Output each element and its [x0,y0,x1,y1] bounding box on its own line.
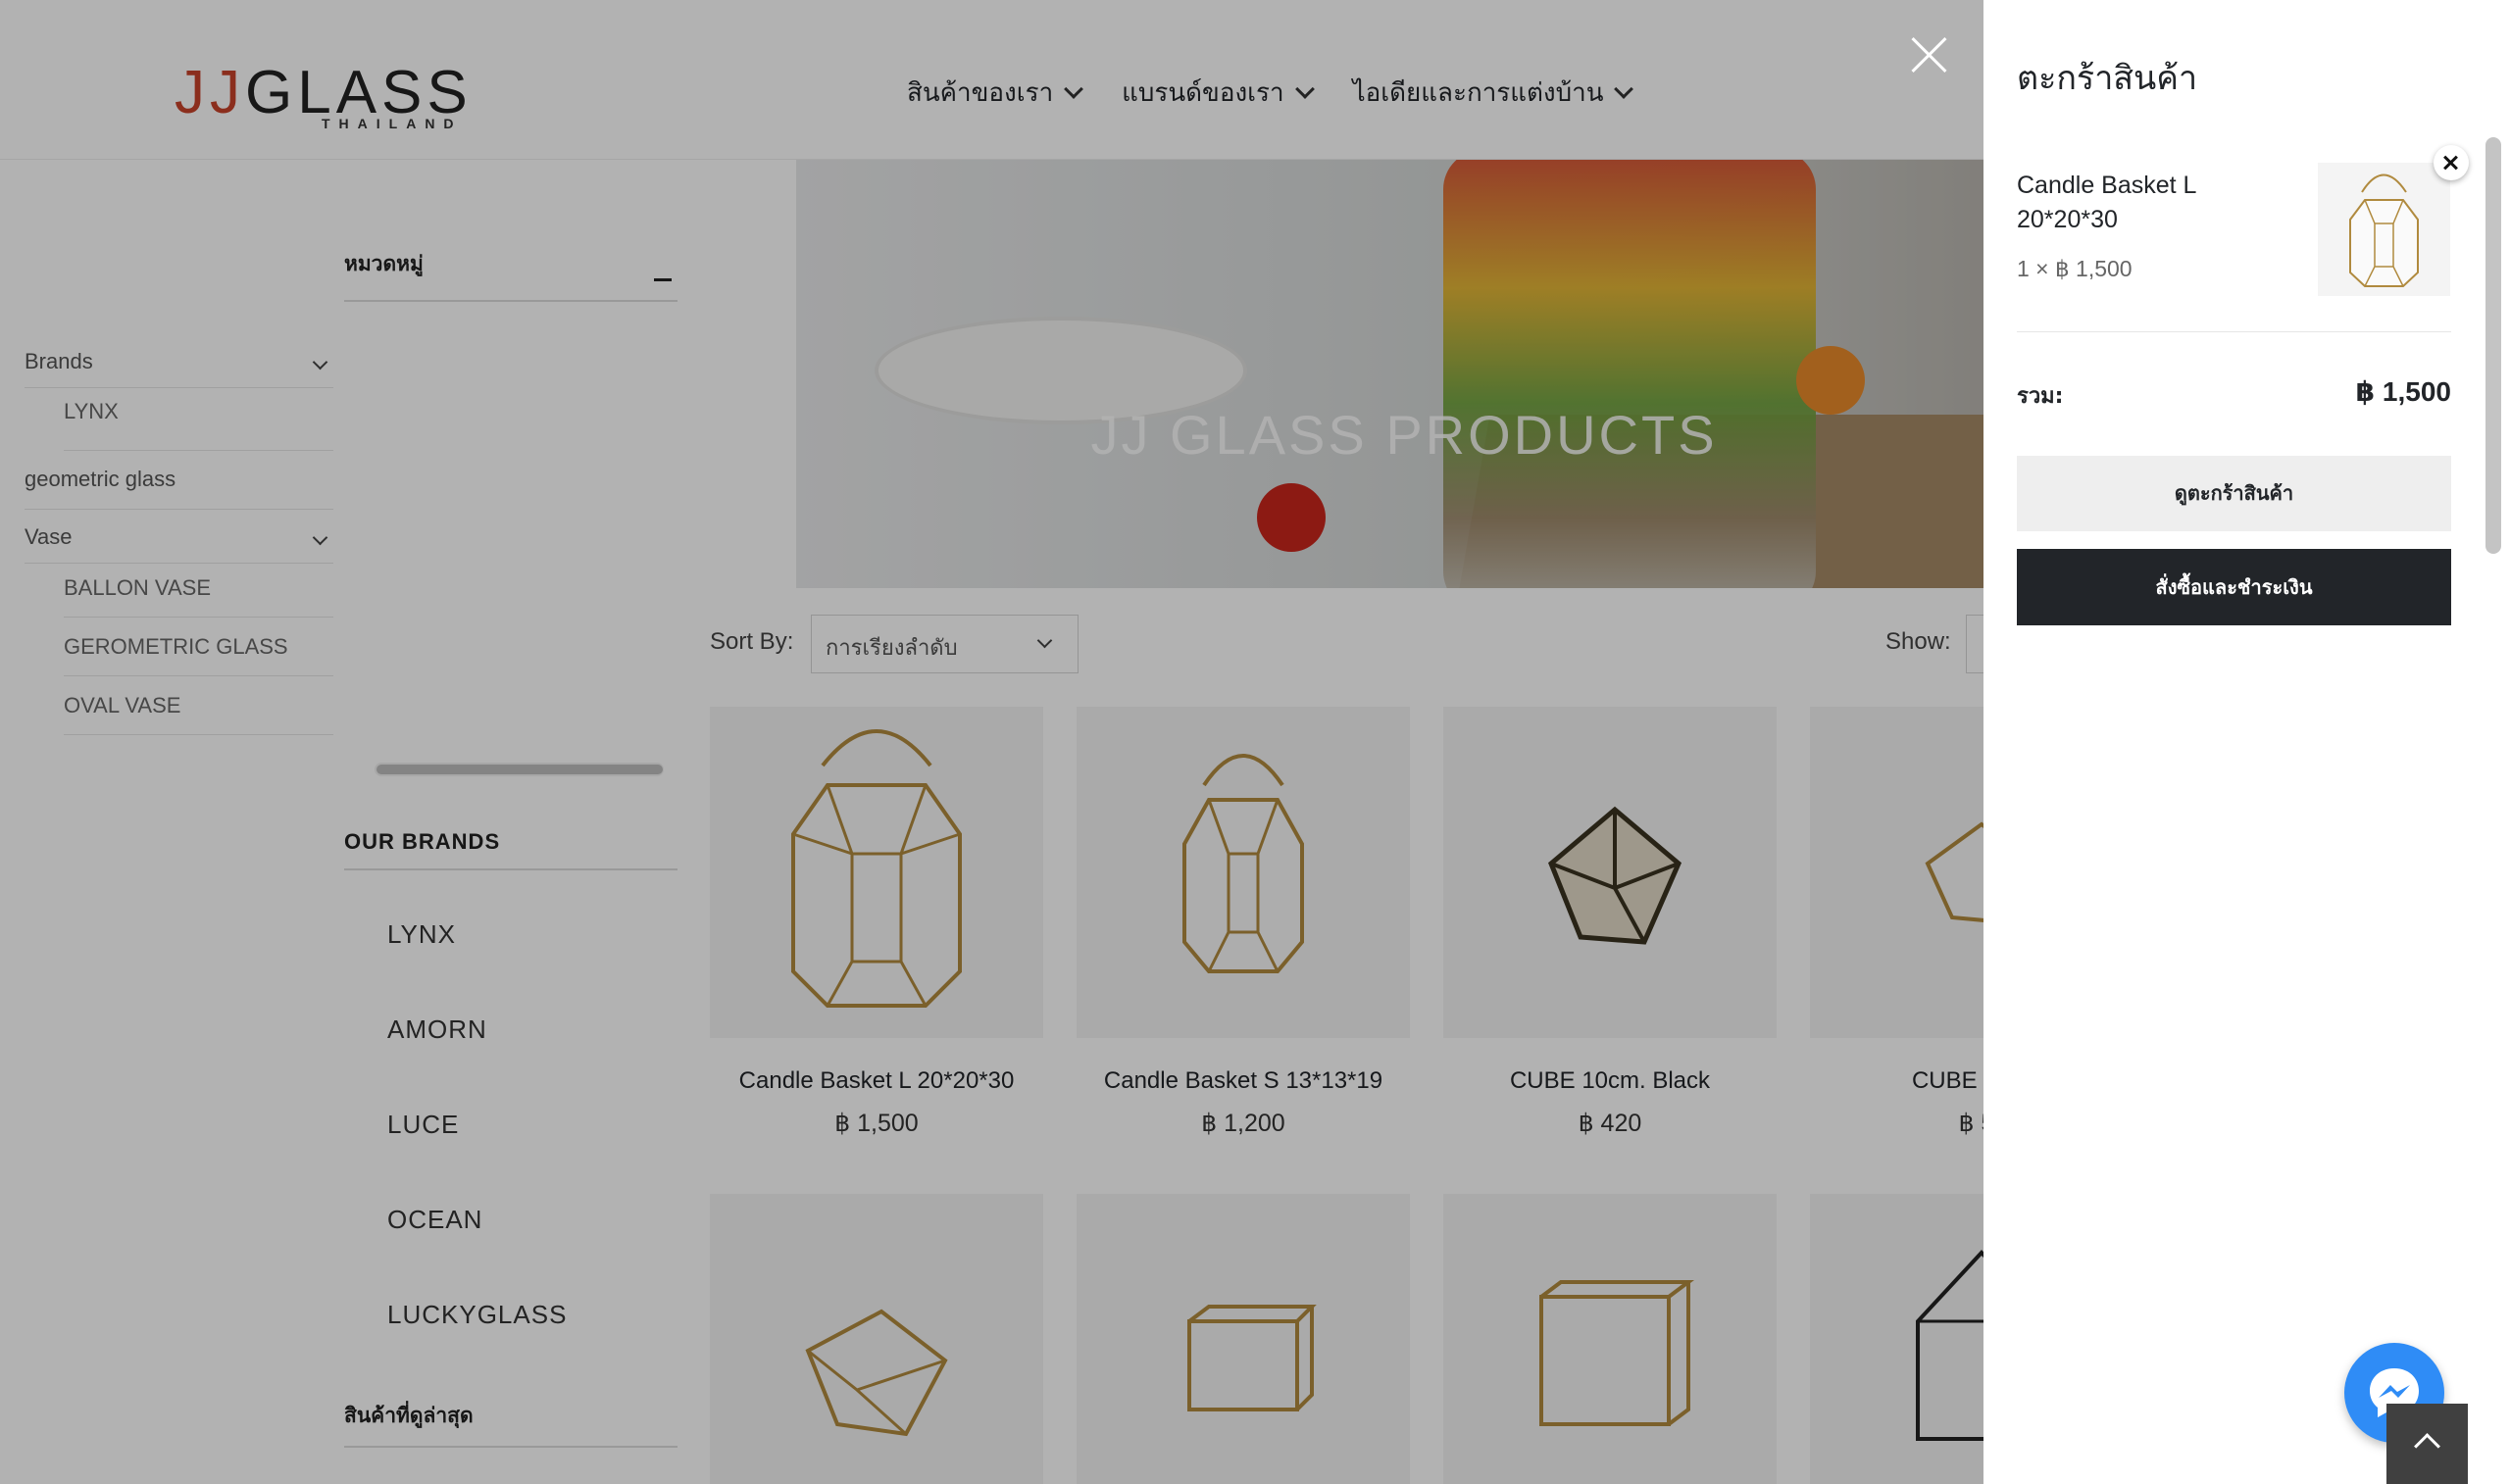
checkout-button[interactable]: สั่งซื้อและชำระเงิน [2017,549,2451,625]
remove-item-icon[interactable] [2434,145,2469,180]
cart-total-value: ฿ 1,500 [2355,376,2451,407]
view-cart-button[interactable]: ดูตะกร้าสินค้า [2017,456,2451,531]
drawer-scrollbar[interactable] [2485,137,2501,554]
cart-item-quantity: 1 × ฿ 1,500 [2017,256,2133,281]
cart-total-label: รวม: [2017,384,2064,409]
divider [2017,331,2451,332]
cart-item-name[interactable]: Candle Basket L 20*20*30 [2017,169,2262,237]
scroll-to-top-button[interactable] [2386,1404,2468,1484]
cart-overlay[interactable] [0,0,1983,1484]
lantern-image [2349,173,2419,287]
mini-cart-drawer: ตะกร้าสินค้า Candle Basket L 20*20*30 1 … [1983,0,2510,1484]
cart-item-image[interactable] [2318,163,2450,296]
cart-title: ตะกร้าสินค้า [2017,59,2198,98]
close-icon[interactable] [1909,35,1948,74]
